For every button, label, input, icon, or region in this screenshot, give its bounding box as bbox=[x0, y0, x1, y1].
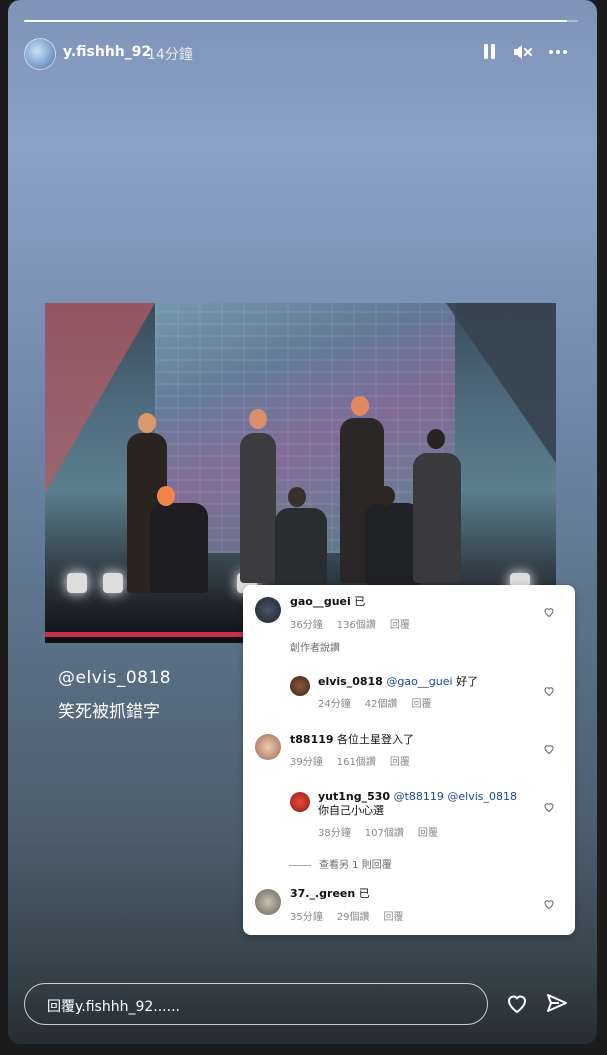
commenter-avatar bbox=[290, 676, 310, 696]
heart-icon[interactable] bbox=[543, 743, 555, 755]
view-more-replies[interactable]: 查看另 1 則回覆 bbox=[289, 856, 392, 871]
commenter-avatar bbox=[255, 734, 281, 760]
send-icon[interactable] bbox=[545, 991, 569, 1015]
story-username[interactable]: y.fishhh_92 bbox=[63, 44, 151, 60]
comment-meta: 39分鐘 161個讚 回覆 bbox=[290, 757, 410, 768]
comments-card: gao__guei 已 36分鐘 136個讚 回覆 創作者說讚 elvis_0818… bbox=[243, 585, 575, 935]
mute-icon[interactable] bbox=[510, 40, 534, 64]
comment: gao__guei 已 bbox=[290, 595, 366, 608]
reply-link[interactable]: 回覆 bbox=[411, 699, 431, 710]
commenter-avatar bbox=[290, 792, 310, 812]
comment-meta: 36分鐘 136個讚 回覆 bbox=[290, 620, 410, 631]
heart-icon[interactable] bbox=[543, 801, 555, 813]
story-time: 14分鐘 bbox=[147, 47, 193, 63]
comment: elvis_0818 @gao__guei 好了 bbox=[318, 675, 479, 688]
reply-link[interactable]: 回覆 bbox=[390, 757, 410, 768]
story-viewer: y.fishhh_92 14分鐘 @elvis_0818 笑死被抓錯字 gao_… bbox=[8, 0, 597, 1044]
pause-icon[interactable] bbox=[478, 40, 502, 64]
comment-meta: 35分鐘 29個讚 回覆 bbox=[290, 912, 404, 923]
reply-link[interactable]: 回覆 bbox=[418, 828, 438, 839]
more-icon[interactable] bbox=[546, 40, 570, 64]
user-avatar[interactable] bbox=[24, 38, 56, 70]
comment-meta: 38分鐘 107個讚 回覆 bbox=[318, 828, 438, 839]
commenter-avatar bbox=[255, 889, 281, 915]
heart-icon[interactable] bbox=[505, 991, 529, 1015]
reply-placeholder: 回覆y.fishhh_92...... bbox=[47, 999, 180, 1015]
comment: 37._.green 已 bbox=[290, 887, 370, 900]
reply-link[interactable]: 回覆 bbox=[383, 912, 403, 923]
commenter-avatar bbox=[255, 597, 281, 623]
story-progress-bar bbox=[24, 20, 578, 22]
heart-icon[interactable] bbox=[543, 685, 555, 697]
reply-input[interactable]: 回覆y.fishhh_92...... bbox=[24, 983, 488, 1025]
reply-link[interactable]: 回覆 bbox=[390, 620, 410, 631]
creator-liked-badge: 創作者說讚 bbox=[290, 643, 340, 654]
comment: yut1ng_530 @t88119 @elvis_0818 你自己小心選 bbox=[318, 790, 518, 817]
heart-icon[interactable] bbox=[543, 606, 555, 618]
caption-text: 笑死被抓錯字 bbox=[58, 702, 160, 722]
heart-icon[interactable] bbox=[543, 898, 555, 910]
caption-mention[interactable]: @elvis_0818 bbox=[58, 668, 171, 688]
comment: t88119 各位土星登入了 bbox=[290, 733, 415, 746]
comment-meta: 24分鐘 42個讚 回覆 bbox=[318, 699, 432, 710]
